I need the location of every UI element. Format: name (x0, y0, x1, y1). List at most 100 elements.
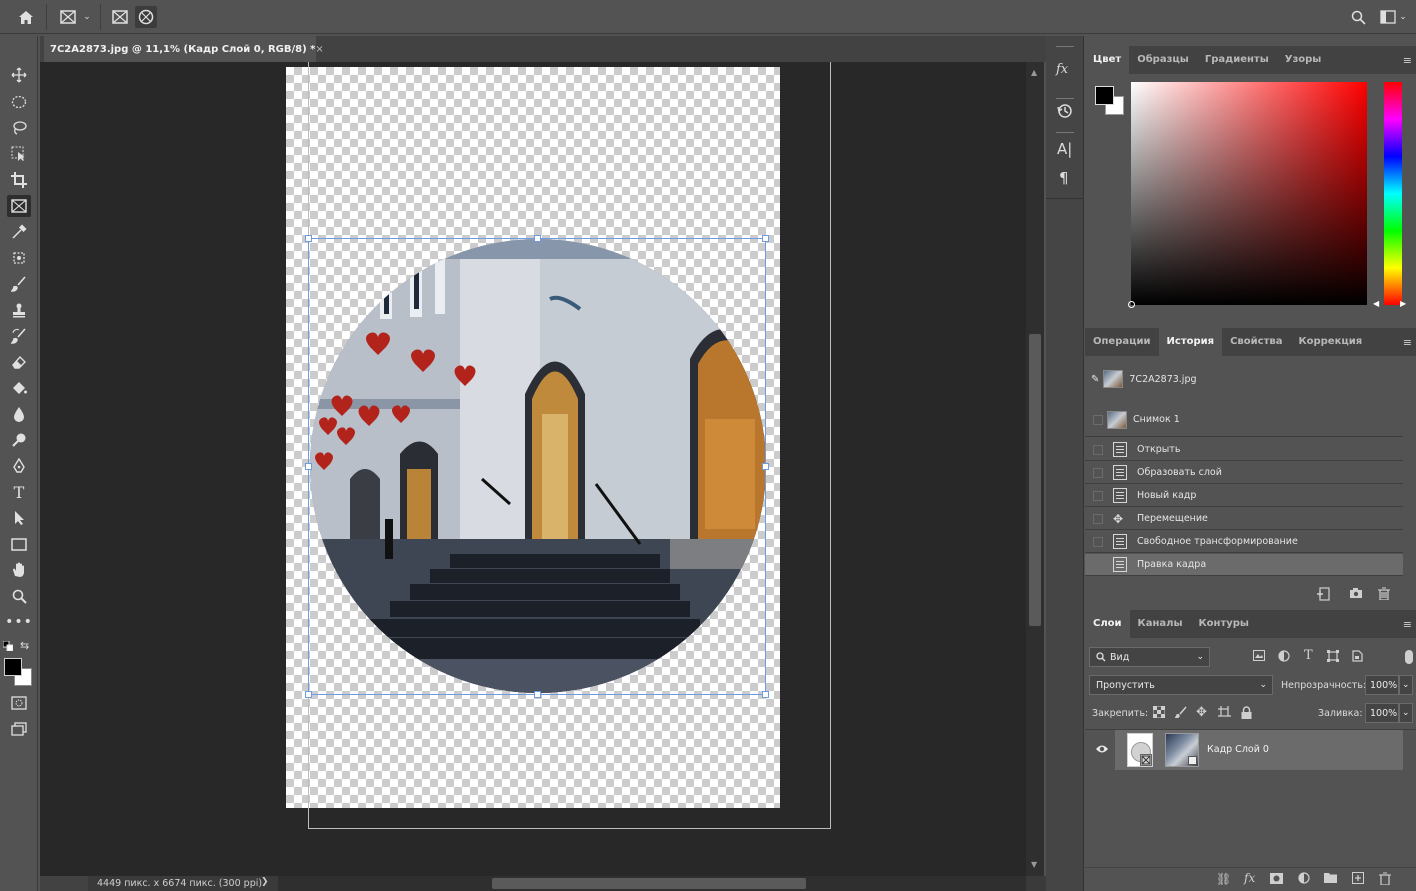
foreground-color-swatch[interactable] (1095, 86, 1114, 105)
tab-properties[interactable]: Свойства (1222, 328, 1290, 356)
tab-actions[interactable]: Операции (1085, 328, 1159, 356)
history-step-selected[interactable]: Правка кадра (1085, 554, 1403, 576)
status-menu-arrow[interactable]: ❯ (261, 877, 269, 887)
zoom-icon[interactable] (7, 585, 31, 607)
foreground-color-swatch[interactable] (4, 658, 22, 676)
fill-dropdown[interactable]: ⌄ (1399, 703, 1413, 723)
trash-icon[interactable] (1378, 587, 1390, 603)
filter-toggle[interactable] (1405, 650, 1413, 664)
pixel-filter-icon[interactable] (1253, 650, 1265, 664)
history-step[interactable]: Свободное трансформирование (1085, 531, 1403, 553)
lock-all-icon[interactable] (1241, 706, 1252, 722)
layer-image-thumbnail[interactable] (1165, 733, 1199, 767)
layer-style-icon[interactable]: fx (1244, 871, 1255, 885)
history-step[interactable]: ✥ Перемещение (1085, 508, 1403, 530)
hue-slider[interactable] (1384, 82, 1402, 305)
lock-pixels-icon[interactable] (1174, 706, 1187, 721)
frame-thumbnail[interactable] (1127, 733, 1153, 767)
handle[interactable] (534, 691, 541, 698)
frame-tool-icon[interactable] (7, 195, 31, 217)
history-step[interactable]: Образовать слой (1085, 462, 1403, 484)
vertical-scrollbar[interactable]: ▲ ▼ (1026, 62, 1044, 876)
link-layers-icon[interactable]: ⛓ (1216, 872, 1231, 886)
pen-icon[interactable] (7, 455, 31, 477)
lock-transparency-icon[interactable] (1152, 705, 1166, 721)
paragraph-panel-icon[interactable]: ¶ (1059, 169, 1069, 187)
handle[interactable] (762, 235, 769, 242)
tab-color[interactable]: Цвет (1085, 46, 1130, 74)
object-selection-icon[interactable] (7, 143, 31, 165)
zoom-field[interactable] (40, 876, 88, 891)
history-panel-icon[interactable] (1056, 102, 1074, 123)
clone-stamp-icon[interactable] (7, 299, 31, 321)
folder-icon[interactable] (1324, 872, 1337, 886)
history-brush-icon[interactable] (7, 325, 31, 347)
frame-tool-preset-icon[interactable] (57, 6, 79, 28)
visibility-eye-icon[interactable] (1095, 744, 1109, 757)
history-step[interactable]: Новый кадр (1085, 485, 1403, 507)
tab-gradients[interactable]: Градиенты (1197, 46, 1277, 74)
blend-mode-select[interactable]: Пропустить ⌄ (1089, 675, 1273, 695)
handle[interactable] (762, 691, 769, 698)
fill-field[interactable]: 100% (1365, 703, 1399, 723)
adjustment-layer-icon[interactable] (1298, 872, 1310, 887)
rectangle-shape-icon[interactable] (7, 533, 31, 555)
tab-channels[interactable]: Каналы (1130, 610, 1191, 638)
paint-bucket-icon[interactable] (7, 377, 31, 399)
layer-row[interactable]: Кадр Слой 0 (1115, 730, 1403, 770)
layer-filter-select[interactable]: Вид ⌄ (1089, 647, 1210, 667)
history-snapshot[interactable]: Снимок 1 (1085, 403, 1403, 437)
path-selection-icon[interactable] (7, 507, 31, 529)
tab-paths[interactable]: Контуры (1191, 610, 1257, 638)
default-colors-icon[interactable] (2, 640, 14, 652)
panel-menu-icon[interactable]: ≡ (1403, 336, 1412, 349)
crop-icon[interactable] (7, 169, 31, 191)
new-layer-icon[interactable] (1352, 872, 1364, 887)
tab-layers[interactable]: Слои (1085, 610, 1130, 638)
handle[interactable] (534, 235, 541, 242)
camera-icon[interactable] (1349, 587, 1363, 602)
type-tool-icon[interactable]: T (7, 481, 31, 503)
history-step[interactable]: Открыть (1085, 439, 1403, 461)
color-field[interactable] (1128, 82, 1367, 308)
hue-slider-handle[interactable]: ◀ (1373, 299, 1379, 308)
scroll-thumb[interactable] (492, 878, 806, 889)
close-icon[interactable]: × (315, 44, 323, 55)
handle[interactable] (762, 463, 769, 470)
brush-icon[interactable] (7, 273, 31, 295)
ellipse-marquee-icon[interactable] (7, 91, 31, 113)
adjustment-filter-icon[interactable] (1278, 650, 1290, 665)
frame-bounding-box[interactable] (305, 235, 769, 698)
delete-layer-icon[interactable] (1379, 872, 1391, 888)
chevron-down-icon[interactable]: ⌄ (80, 6, 94, 28)
character-panel-icon[interactable]: A| (1057, 140, 1072, 158)
move-tool-icon[interactable] (7, 64, 31, 86)
search-icon[interactable] (1347, 6, 1369, 28)
scroll-up-icon[interactable]: ▲ (1031, 68, 1037, 77)
history-source-checkbox[interactable] (1093, 414, 1103, 425)
history-snapshot[interactable]: ✎ 7C2A2873.jpg (1085, 366, 1403, 392)
handle[interactable] (305, 463, 312, 470)
spot-healing-icon[interactable] (7, 247, 31, 269)
panel-menu-icon[interactable]: ≡ (1403, 618, 1412, 631)
tab-adjustments[interactable]: Коррекция (1290, 328, 1370, 356)
blur-icon[interactable] (7, 403, 31, 425)
screen-mode-icon[interactable] (7, 718, 31, 740)
new-document-from-state-icon[interactable] (1317, 587, 1331, 604)
type-filter-icon[interactable]: T (1304, 648, 1313, 663)
smart-object-filter-icon[interactable] (1351, 650, 1363, 665)
layer-name[interactable]: Кадр Слой 0 (1207, 744, 1269, 755)
hand-icon[interactable] (7, 559, 31, 581)
scroll-thumb[interactable] (1029, 334, 1041, 626)
styles-icon[interactable]: fx (1056, 62, 1068, 77)
add-mask-icon[interactable] (1270, 873, 1283, 887)
lasso-icon[interactable] (7, 117, 31, 139)
tab-swatches[interactable]: Образцы (1129, 46, 1197, 74)
dodge-icon[interactable] (7, 429, 31, 451)
more-tools-icon[interactable]: ••• (5, 611, 32, 633)
tab-history[interactable]: История (1158, 328, 1223, 356)
rectangle-frame-icon[interactable] (109, 6, 131, 28)
document-tab[interactable]: 7C2A2873.jpg @ 11,1% (Кадр Слой 0, RGB/8… (44, 36, 324, 62)
tab-patterns[interactable]: Узоры (1277, 46, 1330, 74)
canvas-area[interactable] (40, 62, 1026, 876)
